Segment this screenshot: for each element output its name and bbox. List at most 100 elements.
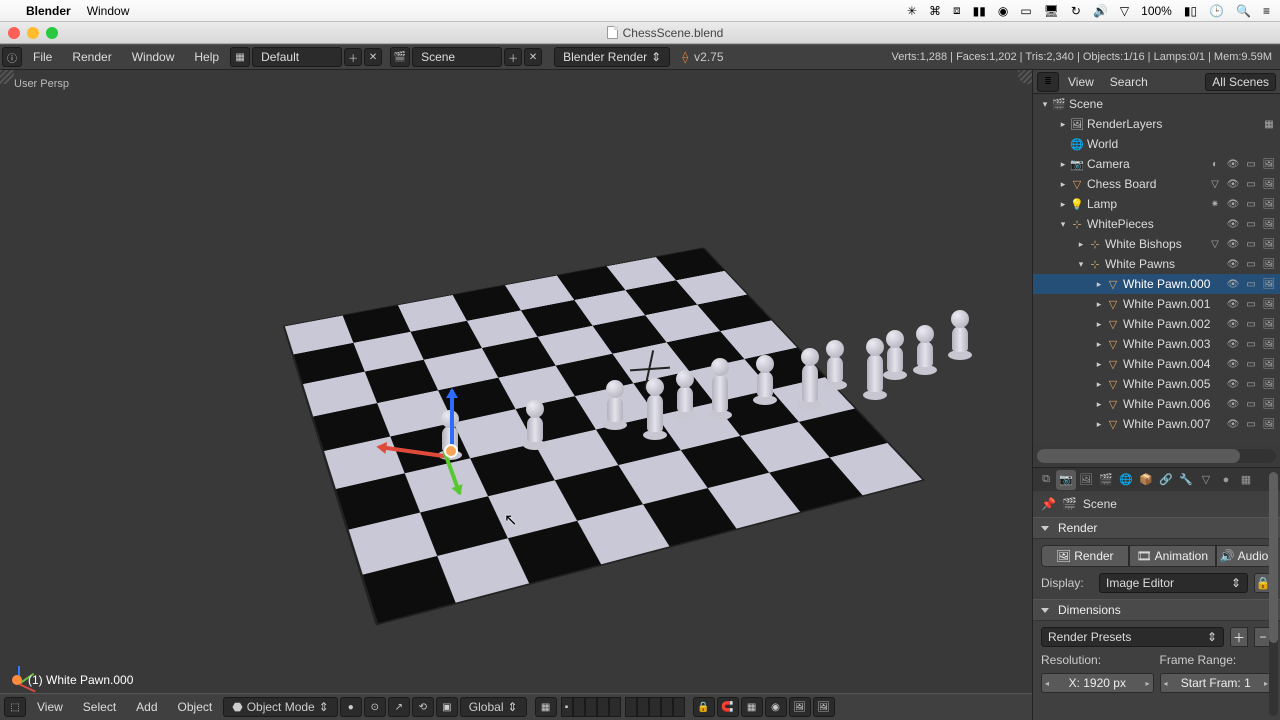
area-splitter[interactable] (1018, 70, 1032, 84)
clock-icon[interactable]: 🕒 (1209, 4, 1224, 18)
restrict-toggle-icon[interactable]: 🖼 (1260, 415, 1278, 433)
resolution-x-field[interactable]: ◂X: 1920 px▸ (1041, 673, 1154, 693)
zoom-button[interactable] (46, 27, 58, 39)
minimize-button[interactable] (27, 27, 39, 39)
restrict-toggle-icon[interactable]: 🖼 (1260, 335, 1278, 353)
outliner-row[interactable]: ▾🎬Scene (1033, 94, 1280, 114)
outliner-row[interactable]: ▸▽White Pawn.001👁▭🖼 (1033, 294, 1280, 314)
window-menu[interactable]: Window (123, 47, 184, 67)
area-splitter[interactable] (0, 70, 14, 84)
close-button[interactable] (8, 27, 20, 39)
restrict-toggle-icon[interactable]: 👁 (1224, 355, 1242, 373)
outliner-row[interactable]: ▸▽White Pawn.003👁▭🖼 (1033, 334, 1280, 354)
restrict-toggle-icon[interactable]: 🖼 (1260, 355, 1278, 373)
file-menu[interactable]: File (24, 47, 61, 67)
restrict-toggle-icon[interactable]: 👁 (1224, 375, 1242, 393)
object-menu[interactable]: Object (169, 697, 222, 717)
restrict-toggle-icon[interactable]: 🖼 (1260, 155, 1278, 173)
tab-constraints[interactable]: 🔗 (1156, 470, 1176, 490)
outliner-row[interactable]: ▸💡Lamp✷👁▭🖼 (1033, 194, 1280, 214)
tab-render-layers[interactable]: 🖼 (1076, 470, 1096, 490)
tab-object[interactable]: 📦 (1136, 470, 1156, 490)
editor-type-icon[interactable]: ⓘ (2, 47, 22, 67)
restrict-toggle-icon[interactable]: ▽ (1206, 175, 1224, 193)
restrict-toggle-icon[interactable]: 🖼 (1260, 215, 1278, 233)
restrict-toggle-icon[interactable]: 👁 (1224, 275, 1242, 293)
layer-buttons[interactable]: ▪ (561, 697, 685, 717)
restrict-toggle-icon[interactable]: ▭ (1242, 215, 1260, 233)
shading-solid-icon[interactable]: ● (340, 697, 362, 717)
scene-dropdown[interactable]: Scene (412, 47, 502, 67)
tab-world[interactable]: 🌐 (1116, 470, 1136, 490)
restrict-toggle-icon[interactable]: 🖼 (1260, 175, 1278, 193)
tab-texture[interactable]: ▦ (1236, 470, 1256, 490)
restrict-toggle-icon[interactable]: 🖼 (1260, 315, 1278, 333)
restrict-toggle-icon[interactable]: 🖼 (1260, 255, 1278, 273)
restrict-toggle-icon[interactable]: ▭ (1242, 235, 1260, 253)
start-frame-field[interactable]: ◂Start Fram: 1▸ (1160, 673, 1273, 693)
timemachine-icon[interactable]: ↻ (1071, 4, 1081, 18)
restrict-toggle-icon[interactable]: 👁 (1224, 395, 1242, 413)
restrict-toggle-icon[interactable]: 🖼 (1260, 195, 1278, 213)
restrict-toggle-icon[interactable]: ▭ (1242, 155, 1260, 173)
restrict-toggle-icon[interactable]: ✷ (1206, 195, 1224, 213)
restrict-toggle-icon[interactable]: 👁 (1224, 415, 1242, 433)
tab-data[interactable]: ▽ (1196, 470, 1216, 490)
outliner-row[interactable]: ▾⊹White Pawns👁▭🖼 (1033, 254, 1280, 274)
render-button[interactable]: 🖼Render (1041, 545, 1129, 567)
layout-browse-icon[interactable]: ▦ (230, 47, 250, 67)
render-menu[interactable]: Render (63, 47, 120, 67)
notification-icon[interactable]: ≡ (1263, 4, 1270, 18)
render-preview-icon[interactable]: 🖼 (813, 697, 835, 717)
restrict-toggle-icon[interactable]: ▭ (1242, 315, 1260, 333)
restrict-toggle-icon[interactable]: 👁 (1224, 295, 1242, 313)
restrict-toggle-icon[interactable]: ▭ (1242, 375, 1260, 393)
audio-button[interactable]: 🔊Audio (1216, 545, 1272, 567)
render-preview-icon[interactable]: 🖼 (789, 697, 811, 717)
app-menu[interactable]: Blender (26, 4, 71, 18)
restrict-toggle-icon[interactable]: 👁 (1224, 215, 1242, 233)
status-icon[interactable]: ✳︎ (907, 4, 917, 18)
layers-button[interactable]: ▦ (535, 697, 557, 717)
select-menu[interactable]: Select (74, 697, 125, 717)
restrict-toggle-icon[interactable]: 👁 (1224, 195, 1242, 213)
view-menu[interactable]: View (28, 697, 72, 717)
tab-modifiers[interactable]: 🔧 (1176, 470, 1196, 490)
dropbox-icon[interactable]: ⧈ (953, 3, 961, 18)
outliner-row[interactable]: ▸📷Camera◐👁▭🖼 (1033, 154, 1280, 174)
manipulator-scale-icon[interactable]: ▣ (436, 697, 458, 717)
scene-browse-icon[interactable]: 🎬 (390, 47, 410, 67)
restrict-toggle-icon[interactable]: ▭ (1242, 415, 1260, 433)
outliner-row[interactable]: ▸▽White Pawn.002👁▭🖼 (1033, 314, 1280, 334)
render-presets-dropdown[interactable]: Render Presets⇕ (1041, 627, 1224, 647)
restrict-toggle-icon[interactable]: 👁 (1224, 175, 1242, 193)
tab-render[interactable]: 📷 (1056, 470, 1076, 490)
restrict-toggle-icon[interactable]: 👁 (1224, 155, 1242, 173)
animation-button[interactable]: 🎞Animation (1129, 545, 1217, 567)
pin-icon[interactable]: 📌 (1041, 497, 1056, 511)
restrict-toggle-icon[interactable]: 🖼 (1260, 295, 1278, 313)
restrict-toggle-icon[interactable]: 🖼 (1260, 235, 1278, 253)
outliner-row[interactable]: ▸▽Chess Board▽👁▭🖼 (1033, 174, 1280, 194)
restrict-toggle-icon[interactable]: ▭ (1242, 355, 1260, 373)
outliner-row[interactable]: ▸⊹White Bishops▽👁▭🖼 (1033, 234, 1280, 254)
volume-icon[interactable]: 🔊 (1093, 4, 1108, 18)
snap-icon[interactable]: 🧲 (717, 697, 739, 717)
mode-dropdown[interactable]: ⬣Object Mode⇕ (223, 697, 338, 717)
search-icon[interactable]: 🔍 (1236, 4, 1251, 18)
outliner-scrollbar[interactable] (1037, 449, 1276, 463)
display-icon[interactable]: ▭ (1020, 4, 1031, 18)
restrict-toggle-icon[interactable]: 👁 (1224, 235, 1242, 253)
manipulator-translate-icon[interactable]: ↗ (388, 697, 410, 717)
status-icon[interactable]: ▮▮ (973, 4, 986, 18)
render-engine-dropdown[interactable]: Blender Render⇕ (554, 47, 670, 67)
restrict-toggle-icon[interactable]: ▭ (1242, 255, 1260, 273)
battery-icon[interactable]: ▮▯ (1184, 4, 1197, 18)
outliner-row[interactable]: ▸▽White Pawn.006👁▭🖼 (1033, 394, 1280, 414)
display-dropdown[interactable]: Image Editor⇕ (1099, 573, 1248, 593)
restrict-toggle-icon[interactable]: ▭ (1242, 275, 1260, 293)
restrict-toggle-icon[interactable]: 🖼 (1260, 375, 1278, 393)
render-panel-header[interactable]: Render (1033, 517, 1280, 539)
outliner-search-menu[interactable]: Search (1103, 75, 1155, 89)
outliner-view-menu[interactable]: View (1061, 75, 1101, 89)
